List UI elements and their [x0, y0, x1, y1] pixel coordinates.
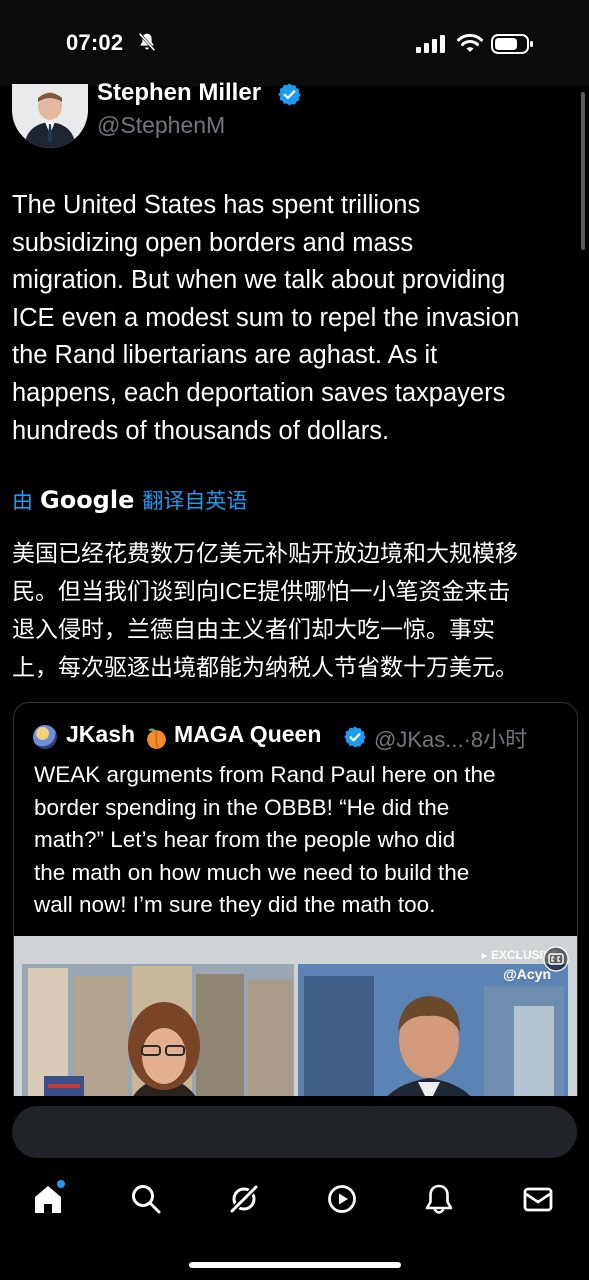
peach-emoji-icon — [147, 728, 166, 749]
google-logo: Google — [40, 486, 135, 514]
avatar[interactable] — [12, 84, 88, 148]
tweet-line: happens, each deportation saves taxpayer… — [12, 378, 506, 407]
tweet-text: The United States has spent trillions su… — [12, 187, 582, 450]
status-time: 07:02 — [66, 30, 124, 55]
translated-line: 上，每次驱逐出境都能为纳税人节省数十万美元。 — [12, 654, 518, 680]
tweet-line: hundreds of thousands of dollars. — [12, 416, 390, 445]
quote-line: wall now! I’m sure they did the math too… — [34, 892, 436, 918]
battery-icon — [491, 34, 533, 54]
quote-line: border spending in the OBBB! “He did the — [34, 794, 450, 820]
quote-line: math?” Let’s hear from the people who di… — [34, 827, 456, 853]
video-icon[interactable] — [325, 1182, 359, 1216]
author-handle[interactable]: @StephenM — [97, 112, 225, 139]
translated-line: 退入侵时，兰德自由主义者们却大吃一惊。事实 — [12, 616, 495, 642]
quote-author-name[interactable]: JKash — [66, 721, 135, 748]
quote-author-name-2[interactable]: MAGA Queen — [174, 721, 321, 748]
translated-by-prefix: 由 — [12, 490, 33, 513]
captions-icon[interactable] — [543, 946, 569, 972]
home-indicator[interactable] — [189, 1262, 401, 1268]
signal-icon — [416, 35, 445, 53]
notifications-icon[interactable] — [422, 1182, 456, 1216]
verified-badge-icon — [278, 83, 301, 106]
quote-text: WEAK arguments from Rand Paul here on th… — [34, 759, 564, 922]
author-name[interactable]: Stephen Miller — [97, 79, 261, 107]
reply-input[interactable] — [12, 1106, 577, 1158]
home-unread-dot — [57, 1180, 65, 1188]
tweet-line: The United States has spent trillions — [12, 191, 421, 219]
grok-icon[interactable] — [227, 1182, 261, 1216]
translated-text: 美国已经花费数万亿美元补贴开放边境和大规模移 民。但当我们谈到向ICE提供哪怕一… — [12, 534, 582, 686]
translated-by-link[interactable]: 由 Google 翻译自英语 — [12, 484, 247, 516]
translated-by-suffix: 翻译自英语 — [142, 490, 248, 513]
tweet-line: ICE even a modest sum to repel the invas… — [12, 303, 520, 332]
translated-line: 美国已经花费数万亿美元补贴开放边境和大规模移 — [12, 540, 518, 566]
translated-line: 民。但当我们谈到向ICE提供哪怕一小笔资金来击 — [12, 578, 511, 604]
quote-line: the math on how much we need to build th… — [34, 859, 470, 885]
verified-badge-icon — [344, 726, 366, 748]
status-bar: 07:02 — [0, 0, 589, 86]
tweet-line: subsidizing open borders and mass — [12, 228, 414, 257]
quote-line: WEAK arguments from Rand Paul here on th… — [34, 762, 496, 787]
search-icon[interactable] — [129, 1182, 163, 1216]
wifi-icon — [457, 33, 483, 52]
quote-avatar[interactable] — [33, 725, 57, 749]
tweet-line: the Rand libertarians are aghast. As it — [12, 341, 438, 370]
quote-meta: @JKas...·8小时 — [374, 727, 528, 752]
messages-icon[interactable] — [521, 1182, 555, 1216]
quoted-tweet[interactable]: JKash MAGA Queen @JKas...·8小时 WEAK argum… — [13, 702, 578, 1124]
tweet-line: migration. But when we talk about provid… — [12, 266, 506, 295]
bell-muted-icon — [138, 32, 156, 52]
